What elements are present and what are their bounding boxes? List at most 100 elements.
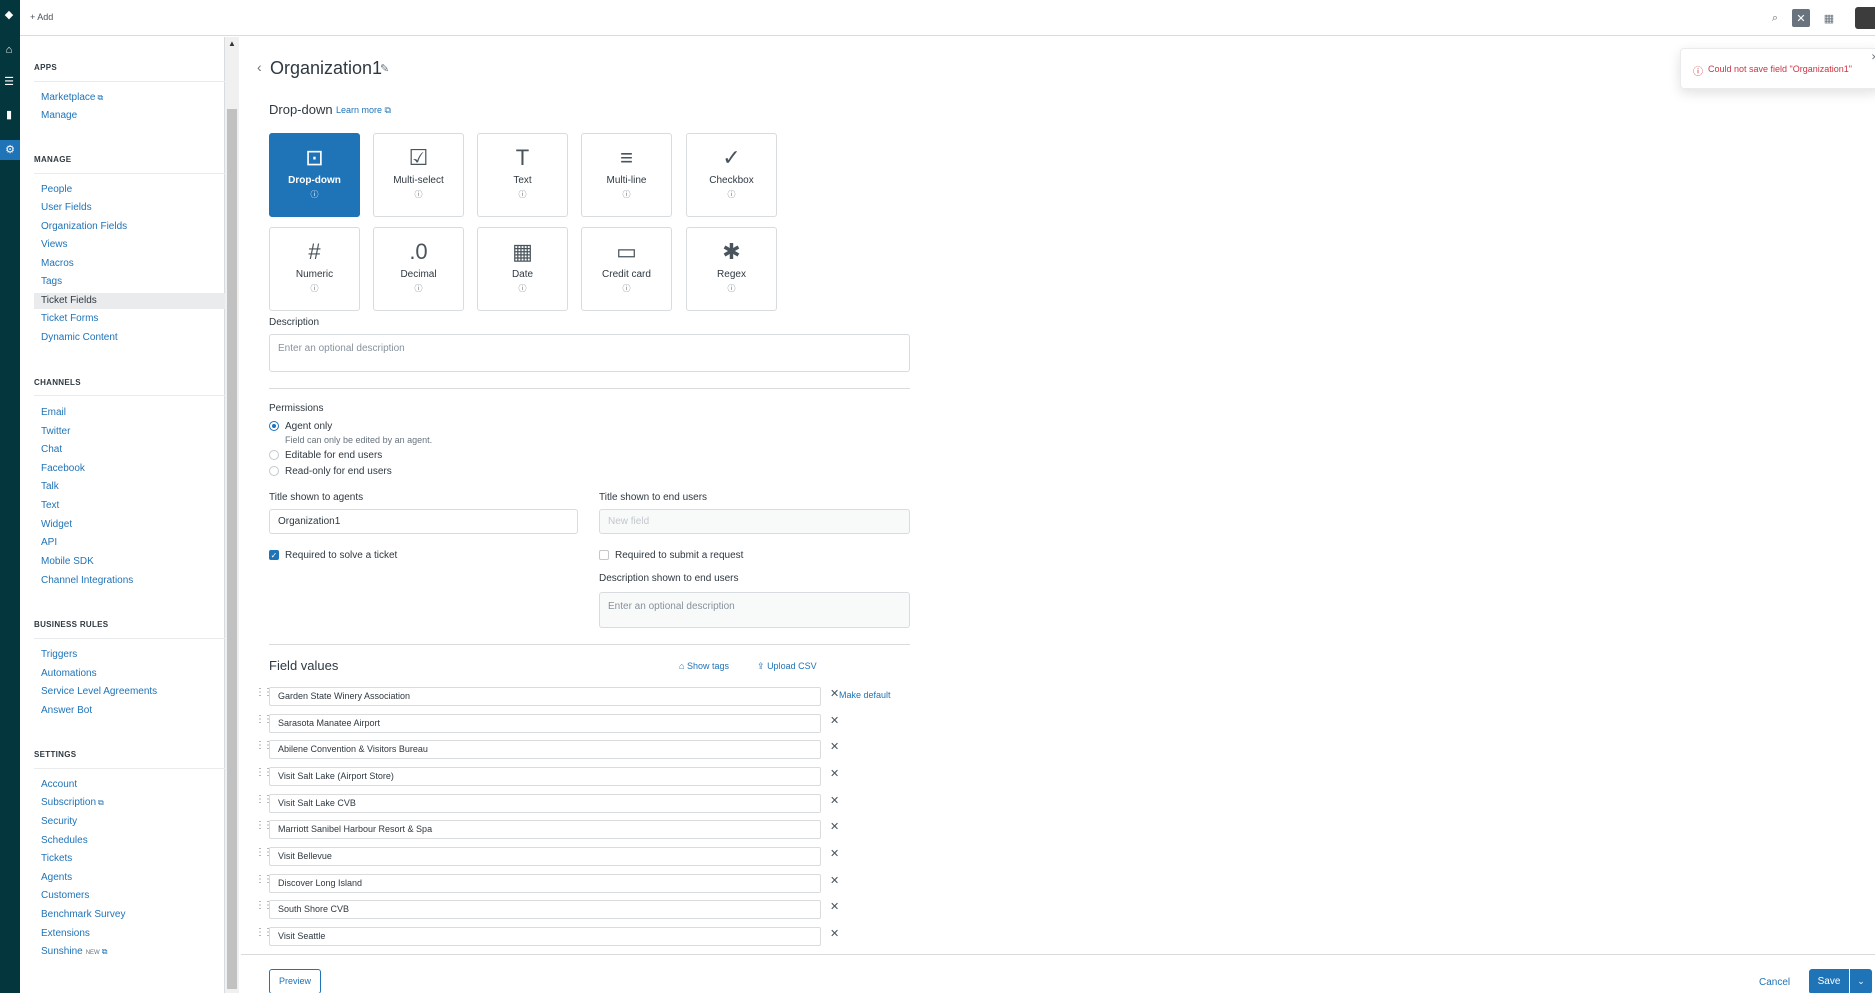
- info-icon[interactable]: ⓘ: [374, 283, 463, 294]
- home-icon[interactable]: ⌂: [2, 43, 16, 57]
- remove-value-icon[interactable]: ✕: [830, 794, 839, 807]
- tile-numeric[interactable]: # Numeric ⓘ: [269, 227, 360, 311]
- preview-button[interactable]: Preview: [269, 969, 321, 993]
- sidebar-item-customers[interactable]: Customers: [34, 888, 231, 904]
- sidebar-item-people[interactable]: People: [34, 182, 231, 198]
- sidebar-item-apps-manage[interactable]: Manage: [34, 108, 231, 124]
- sidebar-item-widget[interactable]: Widget: [34, 517, 231, 533]
- sidebar-item-macros[interactable]: Macros: [34, 256, 231, 272]
- scroll-up-icon[interactable]: ▲: [228, 39, 236, 48]
- sidebar-item-chat[interactable]: Chat: [34, 442, 231, 458]
- show-tags-link[interactable]: ⌂ Show tags: [679, 661, 729, 671]
- reporting-icon[interactable]: ▮: [2, 108, 16, 122]
- field-value-input[interactable]: Visit Salt Lake (Airport Store): [269, 767, 821, 786]
- field-value-input[interactable]: Discover Long Island: [269, 874, 821, 893]
- back-chevron-icon[interactable]: ‹: [257, 59, 262, 75]
- required-submit-checkbox[interactable]: [599, 550, 609, 560]
- sidebar-item-automations[interactable]: Automations: [34, 666, 231, 682]
- sidebar-item-ticket-fields[interactable]: Ticket Fields: [34, 293, 231, 309]
- radio-read-only-end-users[interactable]: [269, 466, 279, 476]
- views-icon[interactable]: ☰: [2, 75, 16, 89]
- upload-csv-link[interactable]: ⇪ Upload CSV: [757, 661, 817, 672]
- info-icon[interactable]: ⓘ: [270, 189, 359, 200]
- remove-value-icon[interactable]: ✕: [830, 767, 839, 780]
- sidebar-item-sla[interactable]: Service Level Agreements: [34, 684, 231, 700]
- tile-multi-line[interactable]: ≡ Multi-line ⓘ: [581, 133, 672, 217]
- tile-decimal[interactable]: .0 Decimal ⓘ: [373, 227, 464, 311]
- remove-value-icon[interactable]: ✕: [830, 687, 839, 700]
- remove-value-icon[interactable]: ✕: [830, 820, 839, 833]
- sidebar-item-ticket-forms[interactable]: Ticket Forms: [34, 311, 231, 327]
- sidebar-item-text[interactable]: Text: [34, 498, 231, 514]
- tile-checkbox[interactable]: ✓ Checkbox ⓘ: [686, 133, 777, 217]
- field-value-input[interactable]: South Shore CVB: [269, 900, 821, 919]
- radio-editable-end-users[interactable]: [269, 450, 279, 460]
- sidebar-item-email[interactable]: Email: [34, 405, 231, 421]
- remove-value-icon[interactable]: ✕: [830, 874, 839, 887]
- sidebar-item-answer-bot[interactable]: Answer Bot: [34, 703, 231, 719]
- field-value-input[interactable]: Visit Salt Lake CVB: [269, 794, 821, 813]
- sidebar-item-channel-integrations[interactable]: Channel Integrations: [34, 573, 231, 589]
- sidebar-item-mobile-sdk[interactable]: Mobile SDK: [34, 554, 231, 570]
- make-default-link[interactable]: Make default: [839, 690, 891, 700]
- radio-agent-only[interactable]: [269, 421, 279, 431]
- sidebar-item-subscription[interactable]: Subscription ⧉: [34, 795, 231, 811]
- info-icon[interactable]: ⓘ: [478, 283, 567, 294]
- info-icon[interactable]: ⓘ: [582, 283, 671, 294]
- save-button[interactable]: Save: [1809, 969, 1849, 993]
- tile-dropdown[interactable]: ⊡ Drop-down ⓘ: [269, 133, 360, 217]
- info-icon[interactable]: ⓘ: [687, 189, 776, 200]
- sidebar-item-facebook[interactable]: Facebook: [34, 461, 231, 477]
- field-value-input[interactable]: Abilene Convention & Visitors Bureau: [269, 740, 821, 759]
- sidebar-item-account[interactable]: Account: [34, 777, 231, 793]
- avatar[interactable]: [1855, 7, 1875, 29]
- sidebar-item-api[interactable]: API: [34, 535, 231, 551]
- remove-value-icon[interactable]: ✕: [830, 900, 839, 913]
- field-value-input[interactable]: Garden State Winery Association: [269, 687, 821, 706]
- sidebar-scrollbar[interactable]: ▲: [225, 37, 239, 993]
- sidebar-item-talk[interactable]: Talk: [34, 479, 231, 495]
- search-icon[interactable]: ⌕: [1766, 9, 1784, 27]
- agent-title-input[interactable]: Organization1: [269, 509, 578, 534]
- field-value-input[interactable]: Visit Bellevue: [269, 847, 821, 866]
- remove-value-icon[interactable]: ✕: [830, 714, 839, 727]
- field-value-input[interactable]: Sarasota Manatee Airport: [269, 714, 821, 733]
- scrollbar-thumb[interactable]: [227, 109, 237, 989]
- close-icon[interactable]: ✕: [1871, 52, 1875, 63]
- add-button[interactable]: + Add: [30, 12, 53, 22]
- conversations-icon[interactable]: ✕: [1792, 9, 1810, 27]
- sidebar-item-organization-fields[interactable]: Organization Fields: [34, 219, 231, 235]
- remove-value-icon[interactable]: ✕: [830, 847, 839, 860]
- admin-gear-icon[interactable]: ⚙: [0, 140, 20, 160]
- tile-date[interactable]: ▦ Date ⓘ: [477, 227, 568, 311]
- sidebar-item-extensions[interactable]: Extensions: [34, 926, 231, 942]
- sidebar-item-user-fields[interactable]: User Fields: [34, 200, 231, 216]
- sidebar-item-tickets[interactable]: Tickets: [34, 851, 231, 867]
- sidebar-item-sunshine[interactable]: Sunshine NEW ⧉: [34, 944, 231, 960]
- sidebar-item-schedules[interactable]: Schedules: [34, 833, 231, 849]
- tile-regex[interactable]: ✱ Regex ⓘ: [686, 227, 777, 311]
- sidebar-item-dynamic-content[interactable]: Dynamic Content: [34, 330, 231, 346]
- required-solve-checkbox[interactable]: ✓: [269, 550, 279, 560]
- tile-text[interactable]: T Text ⓘ: [477, 133, 568, 217]
- field-value-input[interactable]: Visit Seattle: [269, 927, 821, 946]
- end-user-desc-textarea[interactable]: Enter an optional description: [599, 592, 910, 628]
- sidebar-item-twitter[interactable]: Twitter: [34, 424, 231, 440]
- sidebar-item-marketplace[interactable]: Marketplace ⧉: [34, 90, 231, 106]
- sidebar-item-agents[interactable]: Agents: [34, 870, 231, 886]
- info-icon[interactable]: ⓘ: [582, 189, 671, 200]
- cancel-button[interactable]: Cancel: [1759, 977, 1790, 988]
- sidebar-item-tags[interactable]: Tags: [34, 274, 231, 290]
- sidebar-item-security[interactable]: Security: [34, 814, 231, 830]
- tile-multi-select[interactable]: ☑ Multi-select ⓘ: [373, 133, 464, 217]
- apps-grid-icon[interactable]: ▦: [1820, 9, 1838, 27]
- end-user-title-input[interactable]: New field: [599, 509, 910, 534]
- save-options-chevron-icon[interactable]: ⌄: [1850, 969, 1872, 993]
- sidebar-item-benchmark-survey[interactable]: Benchmark Survey: [34, 907, 231, 923]
- info-icon[interactable]: ⓘ: [270, 283, 359, 294]
- remove-value-icon[interactable]: ✕: [830, 740, 839, 753]
- remove-value-icon[interactable]: ✕: [830, 927, 839, 940]
- info-icon[interactable]: ⓘ: [478, 189, 567, 200]
- zendesk-logo-icon[interactable]: ◆: [2, 8, 16, 22]
- sidebar-item-triggers[interactable]: Triggers: [34, 647, 231, 663]
